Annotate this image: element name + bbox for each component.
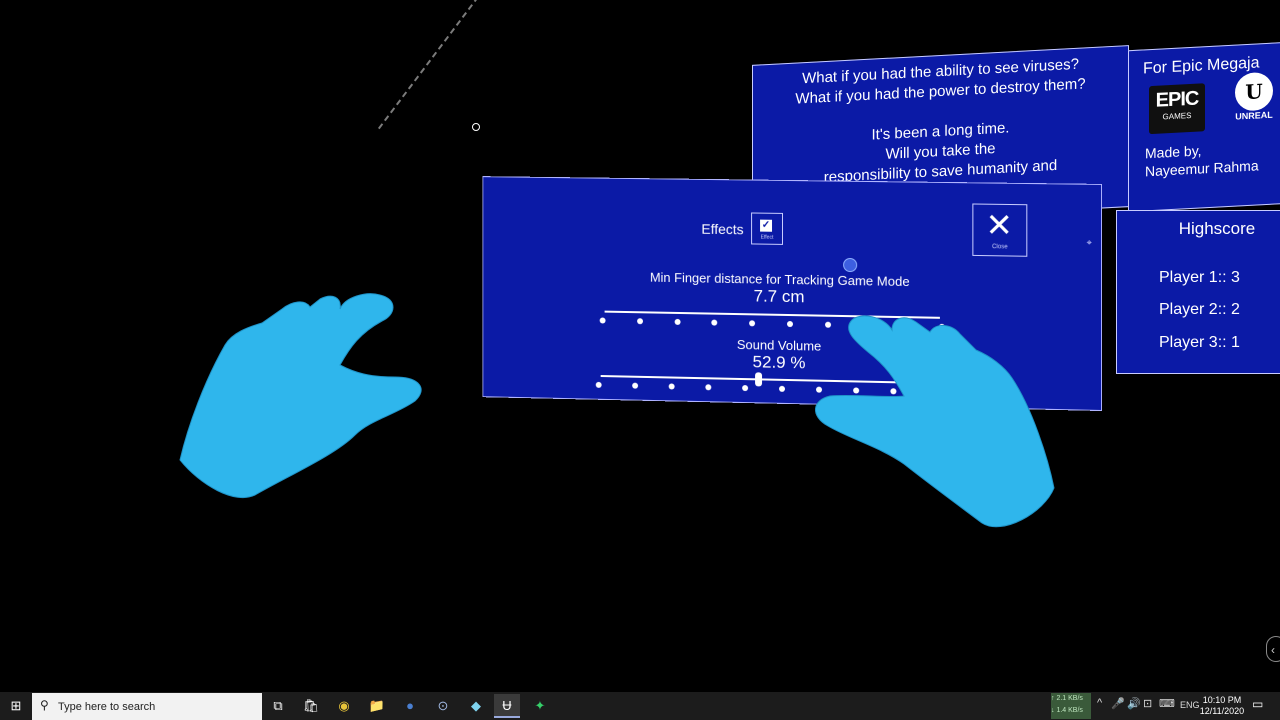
task-view-icon[interactable]: ⧉ [265, 694, 291, 718]
slider-tick-dot [632, 383, 638, 389]
left-hand-shape [180, 294, 421, 498]
search-icon: ⚲ [40, 698, 49, 712]
pointer-cursor [472, 123, 480, 131]
hover-cursor-dot [843, 258, 857, 272]
chevron-up-icon[interactable]: ^ [1097, 697, 1102, 709]
slider-tick-dot [705, 384, 711, 390]
close-icon: ✕ [986, 207, 1013, 244]
network-download: ↓ 1.4 KB/s [1051, 705, 1091, 717]
keyboard-icon[interactable]: ⌨ [1159, 697, 1175, 710]
microphone-icon[interactable]: 🎤 [1111, 697, 1125, 710]
taskbar-search-box[interactable]: ⚲ Type here to search [32, 693, 262, 720]
chrome-icon[interactable]: ◉ [331, 694, 357, 718]
effects-checkbox-caption: Effect [752, 234, 782, 240]
slider-tick-dot [669, 383, 675, 389]
checkmark-icon: ✓ [760, 220, 772, 232]
effects-label: Effects [701, 221, 743, 238]
epic-games-logo: EPIC GAMES [1149, 83, 1205, 134]
left-hand [170, 285, 440, 510]
side-expand-button[interactable]: ‹ [1266, 636, 1280, 662]
made-by-text: Made by, Nayeemur Rahma [1145, 138, 1259, 180]
close-button[interactable]: ✕ Close [972, 203, 1027, 256]
highscore-row: Player 3:: 1 [1159, 334, 1240, 352]
unreal-engine-icon[interactable]: Ʉ [494, 694, 520, 718]
effects-checkbox[interactable]: ✓ Effect [751, 212, 783, 244]
volume-icon[interactable]: 🔊 [1127, 697, 1141, 710]
pointer-ray [378, 0, 491, 129]
network-speed-widget: ↑ 2.1 KB/s ↓ 1.4 KB/s [1051, 693, 1091, 719]
slider-tick-dot [779, 386, 785, 392]
notification-icon[interactable]: ▭ [1252, 697, 1263, 711]
app-circle-icon[interactable]: ● [397, 694, 423, 718]
unreal-logo-mark: U [1235, 72, 1273, 112]
search-placeholder: Type here to search [58, 701, 155, 713]
highscore-row: Player 1:: 3 [1159, 269, 1240, 287]
highscore-title: Highscore [1117, 219, 1280, 239]
slider-tick-dot [637, 318, 643, 324]
display-icon[interactable]: ⊡ [1143, 697, 1152, 710]
highscore-row: Player 2:: 2 [1159, 301, 1240, 319]
highscore-panel: Highscore Player 1:: 3 Player 2:: 2 Play… [1116, 210, 1280, 374]
unreal-engine-logo: U UNREAL [1229, 71, 1279, 134]
windows-logo-icon[interactable]: ⊞ [0, 692, 32, 720]
sound-volume-thumb[interactable] [755, 372, 762, 386]
slider-tick-dot [712, 320, 718, 326]
close-button-label: Close [973, 244, 1026, 251]
slider-tick-dot [596, 382, 602, 388]
panel-edge-icon: ⌖ [1087, 237, 1092, 248]
slider-tick-dot [749, 320, 755, 326]
app-diamond-icon[interactable]: ◆ [463, 694, 489, 718]
windows-taskbar: ⊞ ⚲ Type here to search ⧉ 🛍 ◉ 📁 ● ⊙ ◆ Ʉ … [0, 692, 1280, 720]
story-text: What if you had the ability to see virus… [753, 52, 1128, 192]
vr-headset-icon[interactable]: ⊙ [430, 694, 456, 718]
right-hand-shape [815, 316, 1054, 527]
file-explorer-icon[interactable]: 📁 [364, 694, 390, 718]
taskbar-clock[interactable]: 10:10 PM 12/11/2020 [1196, 695, 1248, 717]
store-icon[interactable]: 🛍 [298, 694, 324, 718]
vr-scene: What if you had the ability to see virus… [0, 0, 1280, 692]
app-green-icon[interactable]: ✦ [527, 694, 553, 718]
slider-tick-dot [787, 321, 793, 327]
network-upload: ↑ 2.1 KB/s [1051, 693, 1091, 705]
slider-tick-dot [742, 385, 748, 391]
unreal-logo-text: UNREAL [1229, 109, 1279, 122]
right-hand [812, 308, 1062, 533]
clock-date: 12/11/2020 [1196, 706, 1248, 717]
slider-tick-dot [674, 319, 680, 325]
slider-tick-dot [600, 317, 606, 323]
epic-logo-text: EPIC [1149, 87, 1205, 113]
credits-panel: For Epic Megaja EPIC GAMES U UNREAL Made… [1128, 42, 1280, 212]
clock-time: 10:10 PM [1196, 695, 1248, 706]
